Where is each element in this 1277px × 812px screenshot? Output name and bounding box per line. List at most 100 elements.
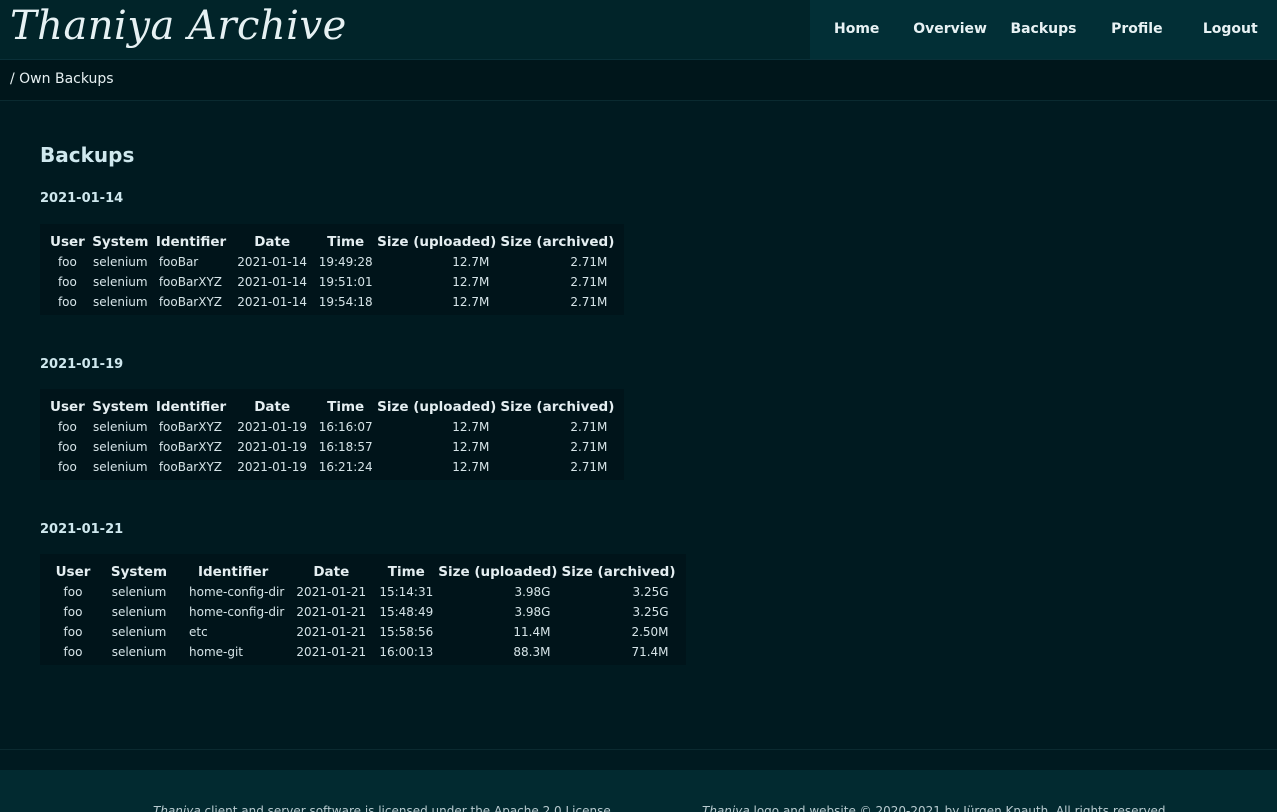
cell-identifier: home-git [189,644,244,659]
column-header-time: Time [327,234,365,250]
cell-size-archived: 2.71M [570,419,608,434]
table-row: foo selenium home-config-dir 2021-01-21 … [48,601,678,621]
cell-size-uploaded: 12.7M [452,439,490,454]
cell-time: 15:48:49 [379,604,434,619]
column-header-date: Date [313,564,350,580]
cell-system: selenium [111,584,167,599]
footer-copyright-label: logo and website © 2020-2021 by Jürgen K… [749,804,1170,812]
table-row: foo selenium fooBarXYZ 2021-01-19 16:16:… [48,416,616,436]
column-header-size-archived: Size (archived) [561,564,676,580]
group-date-heading: 2021-01-21 [40,522,124,537]
table-row: foo selenium fooBarXYZ 2021-01-14 19:54:… [48,291,616,311]
group-date-heading: 2021-01-19 [40,357,124,372]
column-header-system: System [110,564,168,580]
cell-date: 2021-01-19 [237,459,308,474]
backups-table: User System Identifier Date Time Size (u… [48,395,616,476]
nav-logout-link[interactable]: Logout [1184,0,1277,59]
cell-size-archived: 2.71M [570,274,608,289]
cell-user: foo [57,274,77,289]
cell-size-uploaded: 12.7M [452,254,490,269]
cell-time: 16:21:24 [318,459,373,474]
cell-size-archived: 2.71M [570,254,608,269]
backups-table-container: User System Identifier Date Time Size (u… [40,554,686,665]
header: Thaniya Archive Home Overview Backups Pr… [0,0,1277,60]
column-header-date: Date [254,234,291,250]
column-header-size-archived: Size (archived) [500,234,615,250]
cell-user: foo [63,584,83,599]
cell-time: 16:18:57 [318,439,373,454]
cell-system: selenium [93,294,148,309]
column-header-user: User [50,234,85,250]
cell-date: 2021-01-14 [237,294,308,309]
cell-system: selenium [93,439,148,454]
site-logo[interactable]: Thaniya Archive [10,0,347,52]
column-header-system: System [92,399,149,415]
cell-time: 15:58:56 [379,624,434,639]
breadcrumb: / Own Backups [10,71,114,87]
cell-user: foo [63,604,83,619]
table-row: foo selenium etc 2021-01-21 15:58:56 11.… [48,621,678,641]
cell-identifier: fooBarXYZ [158,439,223,454]
cell-system: selenium [93,254,148,269]
cell-date: 2021-01-19 [237,439,308,454]
cell-size-archived: 2.71M [570,294,608,309]
column-header-size-archived: Size (archived) [500,399,615,415]
cell-date: 2021-01-21 [296,584,367,599]
cell-size-archived: 2.71M [570,459,608,474]
table-header-row: User System Identifier Date Time Size (u… [48,560,678,581]
footer-brand: Thaniya [702,804,750,812]
cell-system: selenium [93,419,148,434]
breadcrumb-bar: / Own Backups [0,60,1277,101]
cell-size-archived: 71.4M [631,644,669,659]
footer-brand: Thaniya [153,804,201,812]
cell-time: 19:49:28 [318,254,373,269]
cell-identifier: home-config-dir [189,584,285,599]
column-header-time: Time [387,564,425,580]
cell-time: 15:14:31 [379,584,434,599]
nav-overview-link[interactable]: Overview [903,0,996,59]
cell-date: 2021-01-14 [237,254,308,269]
cell-system: selenium [111,604,167,619]
cell-identifier: home-config-dir [189,604,285,619]
cell-system: selenium [93,459,148,474]
nav-profile-link[interactable]: Profile [1090,0,1183,59]
cell-size-uploaded: 11.4M [513,624,551,639]
table-row: foo selenium fooBarXYZ 2021-01-19 16:18:… [48,436,616,456]
cell-time: 16:16:07 [318,419,373,434]
cell-identifier: etc [189,624,208,639]
group-date-heading: 2021-01-14 [40,191,124,206]
cell-size-uploaded: 3.98G [514,584,551,599]
column-header-size-uploaded: Size (uploaded) [377,399,497,415]
cell-time: 16:00:13 [379,644,434,659]
cell-size-archived: 2.71M [570,439,608,454]
cell-identifier: fooBar [158,254,199,269]
cell-user: foo [57,254,77,269]
cell-size-uploaded: 12.7M [452,419,490,434]
backups-table: User System Identifier Date Time Size (u… [48,560,678,661]
nav-backups-link[interactable]: Backups [997,0,1090,59]
cell-date: 2021-01-21 [296,644,367,659]
nav-home-link[interactable]: Home [810,0,903,59]
footer-divider [0,749,1277,750]
cell-user: foo [57,459,77,474]
cell-identifier: fooBarXYZ [158,419,223,434]
column-header-size-uploaded: Size (uploaded) [377,234,497,250]
backups-table-container: User System Identifier Date Time Size (u… [40,224,625,315]
column-header-identifier: Identifier [155,234,227,250]
column-header-user: User [55,564,91,580]
cell-time: 19:51:01 [318,274,373,289]
footer-license-text: Thaniya client and server software is li… [153,804,615,812]
cell-identifier: fooBarXYZ [158,294,223,309]
table-row: foo selenium fooBarXYZ 2021-01-14 19:51:… [48,271,616,291]
table-row: foo selenium home-git 2021-01-21 16:00:1… [48,641,678,661]
column-header-identifier: Identifier [155,399,227,415]
cell-user: foo [63,644,83,659]
table-row: foo selenium home-config-dir 2021-01-21 … [48,581,678,601]
backups-table-container: User System Identifier Date Time Size (u… [40,389,625,480]
main-nav: Home Overview Backups Profile Logout [810,0,1277,59]
cell-date: 2021-01-21 [296,624,367,639]
cell-system: selenium [93,274,148,289]
page-title: Backups [40,143,135,167]
cell-size-uploaded: 3.98G [514,604,551,619]
table-header-row: User System Identifier Date Time Size (u… [48,230,616,251]
